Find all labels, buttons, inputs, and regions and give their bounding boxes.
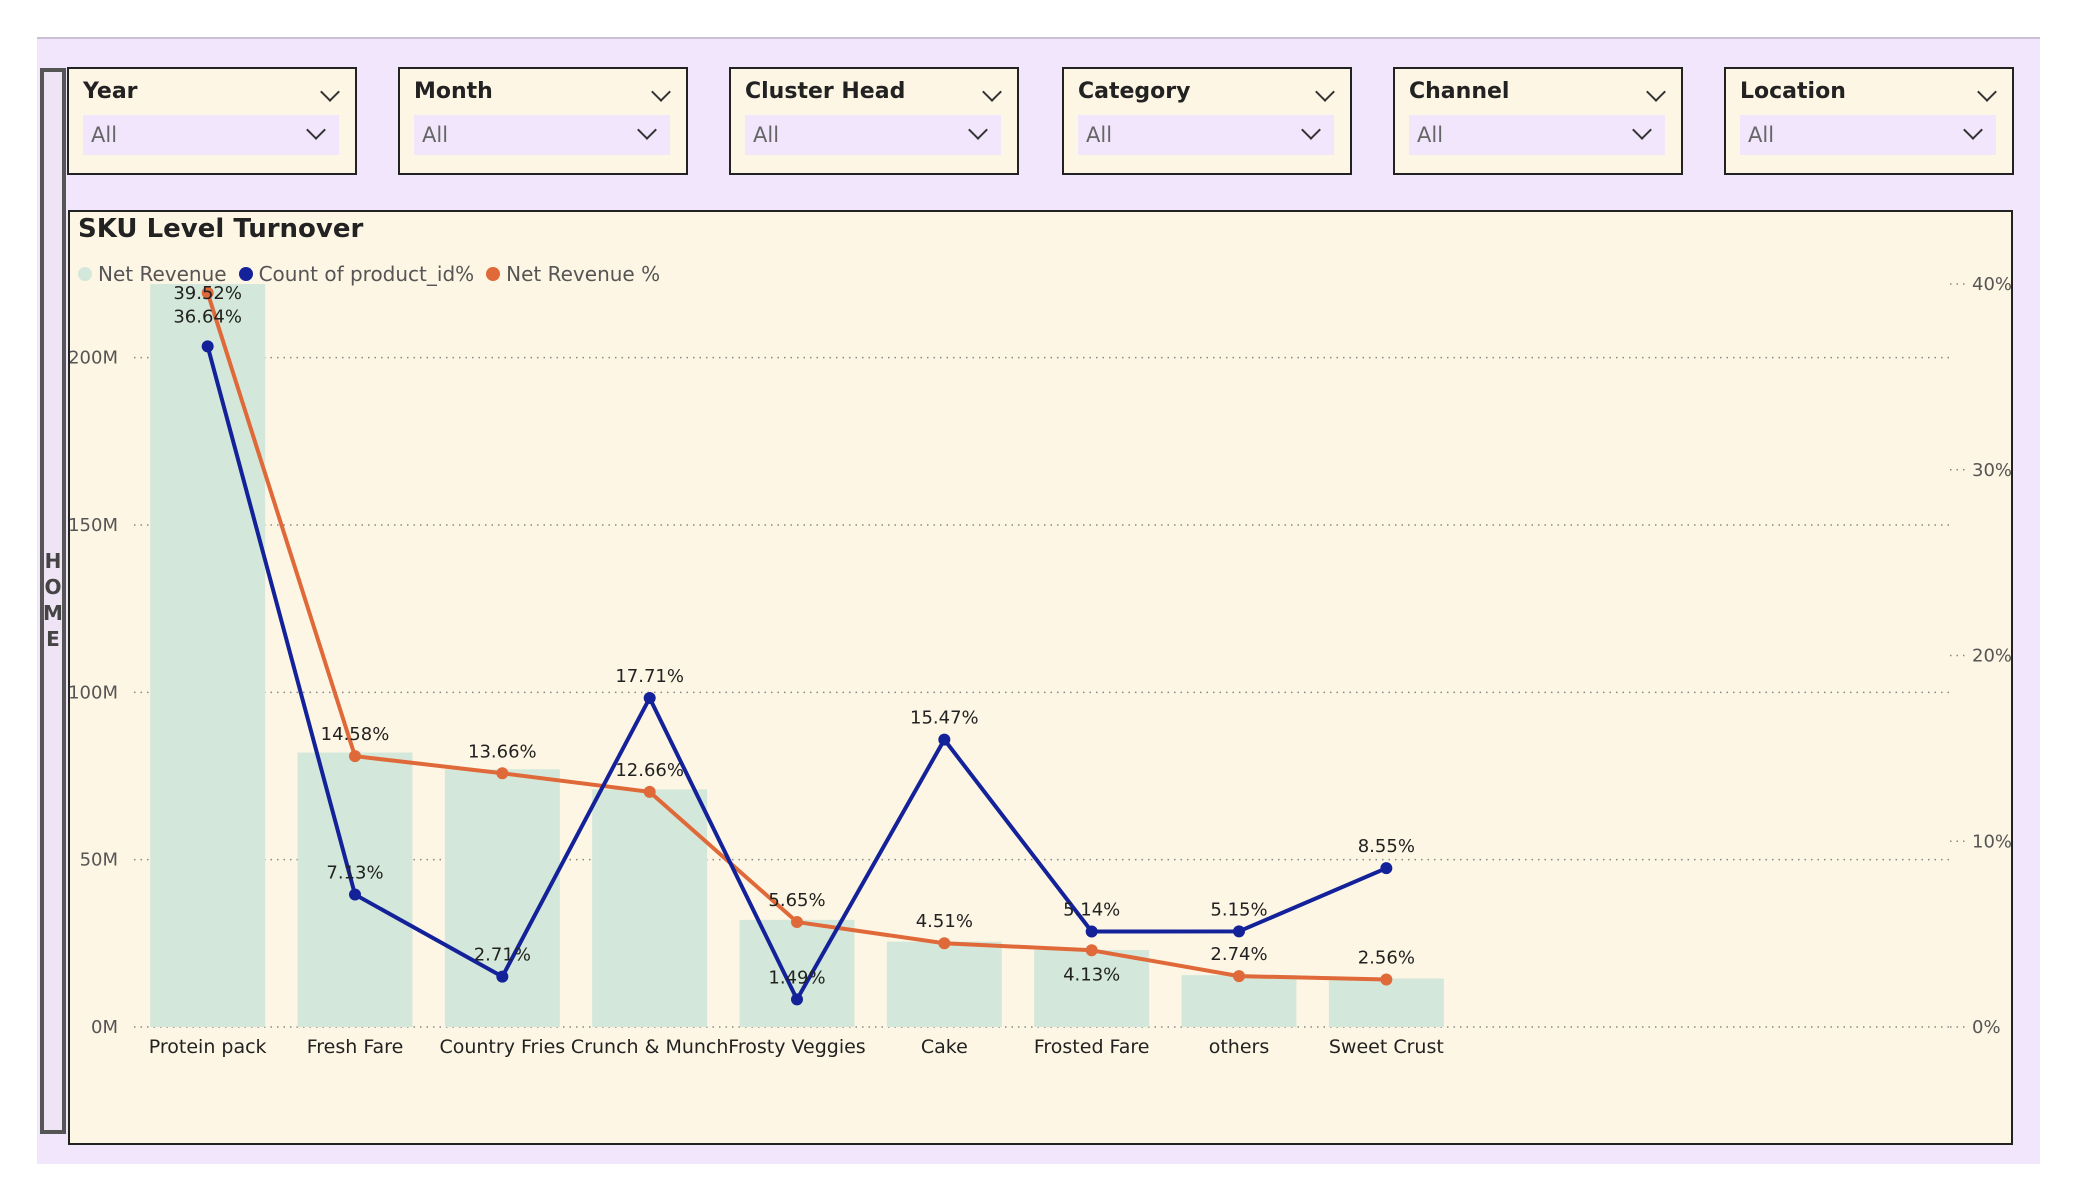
category-label: Sweet Crust — [1329, 1036, 1444, 1058]
count-product-pct-point — [349, 888, 361, 901]
slicer-title: Category — [1078, 79, 1191, 104]
data-label-count-product-pct: 1.49% — [768, 967, 825, 988]
category-dropdown[interactable]: All — [1078, 115, 1334, 155]
chevron-down-icon — [1963, 120, 1983, 140]
data-label-count-product-pct: 15.47% — [910, 708, 979, 729]
bar — [1034, 950, 1150, 1027]
chevron-down-icon[interactable] — [651, 82, 671, 102]
home-label: HOME — [41, 549, 65, 653]
left-axis-tick: 50M — [80, 850, 118, 871]
count-product-pct-point — [791, 993, 803, 1006]
data-label-net-revenue-pct: 2.56% — [1358, 947, 1415, 968]
count-product-pct-point — [938, 733, 951, 746]
category-label: Cake — [921, 1036, 968, 1058]
right-axis-tick: 10% — [1972, 831, 2011, 852]
data-label-net-revenue-pct: 14.58% — [321, 724, 390, 745]
net-revenue-pct-point — [1233, 970, 1245, 983]
bar — [150, 284, 266, 1027]
chart-plot: 0M 50M 100M 150M 200M 0% 10% 20% 30% 40% Protein p… — [70, 274, 2011, 1058]
data-label-net-revenue-pct: 13.66% — [468, 741, 537, 762]
chevron-down-icon — [1301, 120, 1321, 140]
category-label: Frosted Fare — [1034, 1036, 1150, 1058]
net-revenue-pct-point — [643, 785, 656, 798]
chevron-down-icon[interactable] — [982, 82, 1002, 102]
net-revenue-pct-point — [1380, 973, 1393, 986]
dropdown-value: All — [422, 123, 449, 147]
chevron-down-icon[interactable] — [1646, 82, 1666, 102]
channel-dropdown[interactable]: All — [1409, 115, 1665, 155]
data-label-net-revenue-pct: 39.52% — [173, 283, 242, 304]
net-revenue-pct-point — [1085, 944, 1098, 957]
data-label-count-product-pct: 5.15% — [1210, 899, 1267, 920]
count-product-pct-point — [496, 970, 509, 983]
bar — [1328, 978, 1444, 1027]
data-label-count-product-pct: 36.64% — [173, 306, 242, 327]
net-revenue-pct-point — [791, 916, 803, 929]
data-label-count-product-pct: 5.14% — [1063, 900, 1120, 921]
data-label-net-revenue-pct: 4.51% — [916, 911, 973, 932]
count-product-pct-point — [1233, 925, 1245, 938]
net-revenue-pct-point — [496, 767, 509, 780]
chevron-down-icon[interactable] — [1977, 82, 1997, 102]
year-dropdown[interactable]: All — [83, 115, 339, 155]
slicer-month: Month All — [398, 67, 688, 175]
category-label: Protein pack — [149, 1036, 267, 1058]
data-label-net-revenue-pct: 2.74% — [1210, 944, 1267, 965]
right-axis-tick: 0% — [1972, 1017, 2001, 1038]
chevron-down-icon — [306, 120, 326, 140]
net-revenue-pct-point — [938, 937, 951, 950]
data-label-net-revenue-pct: 12.66% — [615, 760, 684, 781]
category-label: Fresh Fare — [307, 1036, 404, 1058]
slicer-title: Year — [83, 79, 138, 104]
home-button[interactable]: HOME — [40, 68, 66, 1134]
slicer-year: Year All — [67, 67, 357, 175]
data-label-count-product-pct: 17.71% — [615, 666, 684, 687]
left-axis-tick: 150M — [70, 515, 118, 536]
sku-turnover-chart: SKU Level Turnover Net Revenue Count of … — [68, 210, 2013, 1145]
count-product-pct-point — [643, 692, 656, 705]
data-label-count-product-pct: 2.71% — [474, 945, 531, 966]
cluster-head-dropdown[interactable]: All — [745, 115, 1001, 155]
dropdown-value: All — [1748, 123, 1775, 147]
slicer-title: Cluster Head — [745, 79, 906, 104]
slicer-title: Location — [1740, 79, 1846, 104]
bar — [886, 941, 1002, 1027]
data-label-net-revenue-pct: 4.13% — [1063, 964, 1120, 985]
category-label: Frosty Veggies — [728, 1036, 865, 1058]
net-revenue-pct-point — [349, 750, 361, 763]
slicer-title: Channel — [1409, 79, 1510, 104]
bar — [1181, 975, 1297, 1027]
slicer-category: Category All — [1062, 67, 1352, 175]
data-label-net-revenue-pct: 5.65% — [768, 890, 825, 911]
right-axis-tick: 40% — [1972, 274, 2011, 295]
dropdown-value: All — [91, 123, 118, 147]
chevron-down-icon — [637, 120, 657, 140]
slicer-cluster-head: Cluster Head All — [729, 67, 1019, 175]
dropdown-value: All — [1086, 123, 1113, 147]
category-label: Country Fries — [439, 1036, 565, 1058]
category-label: others — [1209, 1036, 1270, 1058]
chevron-down-icon[interactable] — [1315, 82, 1335, 102]
right-axis-tick: 30% — [1972, 460, 2011, 481]
dropdown-value: All — [753, 123, 780, 147]
slicer-title: Month — [414, 79, 493, 104]
category-label: Crunch & Munch — [571, 1036, 729, 1058]
chevron-down-icon[interactable] — [320, 82, 340, 102]
count-product-pct-point — [201, 340, 214, 353]
left-axis-tick: 100M — [70, 682, 118, 703]
left-axis-tick: 200M — [70, 348, 118, 369]
chevron-down-icon — [1632, 120, 1652, 140]
data-label-count-product-pct: 7.13% — [326, 863, 383, 884]
month-dropdown[interactable]: All — [414, 115, 670, 155]
chevron-down-icon — [968, 120, 988, 140]
slicer-channel: Channel All — [1393, 67, 1683, 175]
data-label-count-product-pct: 8.55% — [1358, 836, 1415, 857]
left-axis-tick: 0M — [91, 1017, 118, 1038]
count-product-pct-point — [1380, 862, 1393, 875]
dropdown-value: All — [1417, 123, 1444, 147]
slicer-location: Location All — [1724, 67, 2014, 175]
right-axis-tick: 20% — [1972, 646, 2011, 667]
count-product-pct-point — [1085, 925, 1098, 938]
location-dropdown[interactable]: All — [1740, 115, 1996, 155]
